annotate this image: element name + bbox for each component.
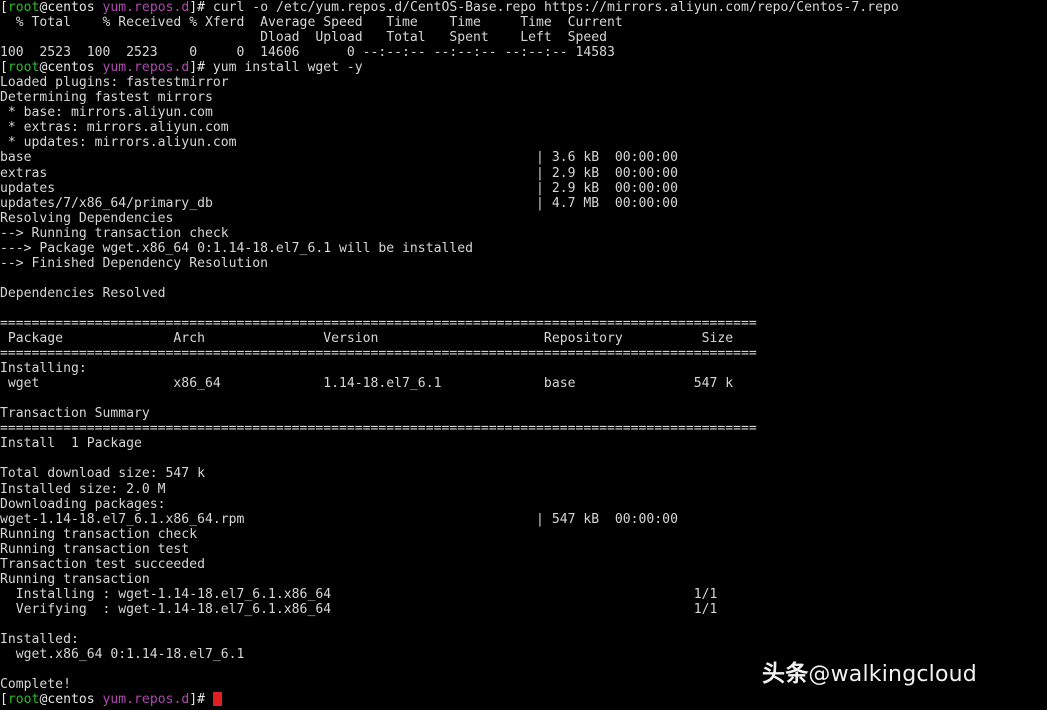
watermark-handle: @walkingcloud (808, 662, 977, 687)
terminal-output-line: Installed size: 2.0 M (0, 481, 166, 497)
terminal-command: yum install wget -y (212, 60, 363, 76)
terminal-output-line: Installing : wget-1.14-18.el7_6.1.x86_64… (0, 586, 726, 602)
prompt-bracket-close: ]# (189, 0, 213, 15)
prompt-cwd: yum.repos.d (102, 692, 190, 708)
terminal-output-line: Total download size: 547 k (0, 466, 205, 482)
terminal-output-line: Installed: (0, 631, 79, 647)
terminal-output-line: --> Running transaction check (0, 225, 229, 241)
terminal-prompt-line: [root@centos yum.repos.d]# yum install w… (0, 60, 1047, 75)
terminal-output-line: ========================================… (0, 421, 757, 437)
terminal-output-line: --> Finished Dependency Resolution (0, 255, 269, 271)
prompt-bracket-open: [ (0, 692, 8, 708)
terminal-output-line: Loaded plugins: fastestmirror (0, 75, 229, 91)
terminal-command: curl -o /etc/yum.repos.d/CentOS-Base.rep… (212, 0, 899, 15)
terminal-output-line: updates | 2.9 kB 00:00:00 (0, 180, 678, 196)
terminal-output-line: extras | 2.9 kB 00:00:00 (0, 165, 678, 181)
terminal-output-line: Transaction test succeeded (0, 556, 205, 572)
terminal-output-line: ---> Package wget.x86_64 0:1.14-18.el7_6… (0, 240, 473, 256)
terminal-output-line: * base: mirrors.aliyun.com (0, 105, 213, 121)
prompt-user: root (7, 0, 40, 15)
terminal-output-line: % Total % Received % Xferd Average Speed… (0, 15, 623, 31)
prompt-bracket-open: [ (0, 0, 8, 15)
terminal-output-line: Dload Upload Total Spent Left Speed (0, 30, 607, 46)
prompt-host: @centos (39, 0, 103, 15)
terminal-output-line: Verifying : wget-1.14-18.el7_6.1.x86_64 … (0, 601, 726, 617)
terminal-output-line: Installing: (0, 361, 87, 377)
terminal-output-line: wget-1.14-18.el7_6.1.x86_64.rpm | 547 kB… (0, 511, 678, 527)
terminal-output-line: ========================================… (0, 346, 757, 362)
prompt-bracket-close: ]# (189, 60, 213, 76)
watermark-logo: 头条 (762, 661, 809, 687)
prompt-host: @centos (39, 60, 103, 76)
terminal-output-line: 100 2523 100 2523 0 0 14606 0 --:--:-- -… (0, 45, 615, 61)
terminal-prompt-line-active[interactable]: [root@centos yum.repos.d]# (0, 692, 1047, 707)
terminal-output-line: Downloading packages: (0, 496, 166, 512)
terminal-output-line: Determining fastest mirrors (0, 90, 213, 106)
terminal-output-line: wget x86_64 1.14-18.el7_6.1 base 547 k (0, 376, 734, 392)
terminal-output-line: * extras: mirrors.aliyun.com (0, 120, 229, 136)
prompt-bracket-open: [ (0, 60, 8, 76)
terminal-window[interactable]: [root@centos yum.repos.d]# curl -o /etc/… (0, 0, 1047, 710)
terminal-output-line: Running transaction (0, 571, 150, 587)
prompt-cwd: yum.repos.d (102, 0, 190, 15)
terminal-screen[interactable]: [root@centos yum.repos.d]# curl -o /etc/… (0, 0, 1047, 707)
terminal-output-line: Install 1 Package (0, 436, 142, 452)
terminal-output-line: base | 3.6 kB 00:00:00 (0, 150, 678, 166)
terminal-output-line: Running transaction test (0, 541, 190, 557)
terminal-prompt-line: [root@centos yum.repos.d]# curl -o /etc/… (0, 0, 1047, 15)
prompt-user: root (7, 692, 40, 708)
terminal-output-line: * updates: mirrors.aliyun.com (0, 135, 237, 151)
terminal-output-line: ========================================… (0, 315, 757, 331)
terminal-output-line: Transaction Summary (0, 406, 150, 422)
prompt-cwd: yum.repos.d (102, 60, 190, 76)
terminal-output-line: Resolving Dependencies (0, 210, 174, 226)
terminal-output-line: updates/7/x86_64/primary_db | 4.7 MB 00:… (0, 195, 678, 211)
prompt-user: root (7, 60, 40, 76)
watermark: 头条@walkingcloud (762, 659, 977, 690)
terminal-output-line: Dependencies Resolved (0, 285, 166, 301)
terminal-output-line: Running transaction check (0, 526, 198, 542)
text-cursor (212, 692, 223, 706)
prompt-bracket-close: ]# (189, 692, 213, 708)
prompt-host: @centos (39, 692, 103, 708)
terminal-output-line: Package Arch Version Repository Size (0, 331, 734, 347)
